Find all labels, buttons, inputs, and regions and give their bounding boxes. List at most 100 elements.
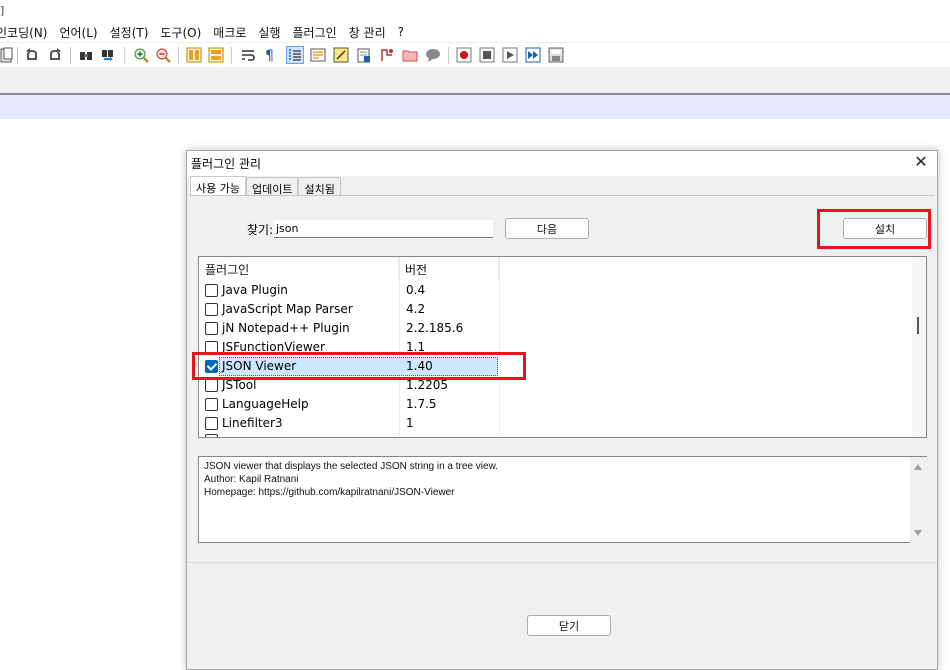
plugin-name: JSFunctionViewer: [222, 340, 325, 354]
save-macro-icon[interactable]: [548, 47, 564, 63]
plugin-name: Linefilter3: [222, 416, 283, 430]
search-input[interactable]: [274, 220, 493, 238]
list-item[interactable]: Java Plugin 0.4: [199, 281, 913, 300]
indent-guide-icon[interactable]: [286, 46, 304, 64]
zoom-in-icon[interactable]: [133, 47, 149, 63]
plugin-version: 2.2.185.6: [406, 321, 464, 335]
folder-workspace-icon[interactable]: [356, 47, 372, 63]
list-item[interactable]: JSTool 1.2205: [199, 376, 913, 395]
plugin-checkbox-partial: [205, 434, 218, 437]
tab-installed[interactable]: 설치됨: [298, 177, 341, 196]
current-line-highlight: [0, 95, 950, 119]
plugin-name: JavaScript Map Parser: [222, 302, 353, 316]
close-icon[interactable]: ✕: [913, 154, 929, 170]
close-button[interactable]: 닫기: [527, 615, 611, 636]
list-item[interactable]: Linefilter3 1: [199, 414, 913, 433]
sync-v-icon[interactable]: [186, 47, 202, 63]
plugin-name: JSTool: [222, 378, 257, 392]
show-all-chars-icon[interactable]: ¶: [262, 47, 278, 63]
list-item[interactable]: JavaScript Map Parser 4.2: [199, 300, 913, 319]
plugin-version: 1.7.5: [406, 397, 437, 411]
scroll-down-icon[interactable]: [914, 530, 922, 536]
plugin-version: 1.1: [406, 340, 426, 354]
list-item-selected[interactable]: JSON Viewer 1.40: [199, 357, 913, 376]
title-fragment: ]: [0, 4, 5, 17]
menu-run[interactable]: 실행: [252, 24, 286, 41]
word-wrap-icon[interactable]: [240, 47, 256, 63]
tab-available[interactable]: 사용 가능: [190, 176, 246, 196]
scroll-up-icon[interactable]: [914, 464, 922, 470]
list-item[interactable]: LanguageHelp 1.7.5: [199, 395, 913, 414]
record-macro-icon[interactable]: [456, 47, 472, 63]
description-author: Author: Kapil Ratnani: [204, 474, 299, 485]
undo-icon[interactable]: [24, 47, 40, 63]
tab-panel-border: [190, 195, 934, 196]
toolbar: ¶: [0, 42, 950, 67]
plugin-version: 1: [406, 416, 414, 430]
dialog-separator: [187, 562, 937, 563]
plugin-description: JSON viewer that displays the selected J…: [198, 456, 927, 543]
plugin-checkbox[interactable]: [205, 379, 218, 392]
menu-help[interactable]: ?: [392, 25, 410, 39]
tab-updates[interactable]: 업데이트: [245, 177, 299, 196]
document-tabbar: [0, 67, 950, 95]
list-scrollbar[interactable]: [912, 257, 926, 437]
menu-settings[interactable]: 설정(T): [104, 24, 155, 41]
plugin-checkbox[interactable]: [205, 341, 218, 354]
speech-icon[interactable]: [425, 47, 441, 63]
plugin-checkbox[interactable]: [205, 303, 218, 316]
plugin-name: Java Plugin: [222, 283, 288, 297]
run-macro-multiple-icon[interactable]: [525, 47, 541, 63]
plugin-checkbox-checked[interactable]: [205, 360, 218, 373]
menu-plugins[interactable]: 플러그인: [287, 24, 343, 41]
menu-window[interactable]: 창 관리: [343, 24, 392, 41]
toolbar-separator: [231, 47, 232, 64]
toolbar-separator: [17, 47, 18, 64]
install-button[interactable]: 설치: [843, 218, 927, 239]
find-icon[interactable]: [78, 47, 94, 63]
plugin-version: 1.40: [406, 359, 433, 373]
plugin-version: 1.2205: [406, 378, 448, 392]
description-line: JSON viewer that displays the selected J…: [204, 461, 499, 472]
menu-language[interactable]: 언어(L): [53, 24, 103, 41]
search-label: 찾기:: [247, 223, 274, 237]
zoom-out-icon[interactable]: [155, 47, 171, 63]
scrollbar-thumb[interactable]: [917, 317, 919, 334]
sync-h-icon[interactable]: [208, 47, 224, 63]
plugin-checkbox[interactable]: [205, 284, 218, 297]
menu-tools[interactable]: 도구(O): [154, 24, 207, 41]
doc-map-icon[interactable]: [310, 47, 326, 63]
column-header-version[interactable]: 버전: [399, 257, 499, 280]
dialog-titlebar: 플러그인 관리 ✕: [187, 151, 937, 176]
menubar: 인코딩(N) 언어(L) 설정(T) 도구(O) 매크로 실행 플러그인 창 관…: [0, 22, 950, 42]
column-header-empty: [499, 257, 913, 280]
plugin-name: JSON Viewer: [222, 359, 297, 373]
folder-icon[interactable]: [402, 47, 418, 63]
next-button[interactable]: 다음: [505, 218, 589, 239]
plugin-name: jN Notepad++ Plugin: [222, 321, 350, 335]
plugin-version: 4.2: [406, 302, 426, 316]
menu-encoding[interactable]: 인코딩(N): [0, 24, 53, 41]
menu-macro[interactable]: 매크로: [207, 24, 252, 41]
list-item[interactable]: jN Notepad++ Plugin 2.2.185.6: [199, 319, 913, 338]
list-rows: Java Plugin 0.4 JavaScript Map Parser 4.…: [199, 281, 913, 433]
stop-macro-icon[interactable]: [479, 47, 495, 63]
replace-icon[interactable]: [100, 47, 116, 63]
column-header-plugin[interactable]: 플러그인: [199, 257, 399, 280]
redo-icon[interactable]: [47, 47, 63, 63]
title-strip: ]: [0, 0, 950, 22]
plugin-list[interactable]: 플러그인 버전 Java Plugin 0.4 JavaScript Map P…: [198, 256, 927, 438]
plugin-checkbox[interactable]: [205, 417, 218, 430]
plugin-admin-dialog: 플러그인 관리 ✕ 사용 가능 업데이트 설치됨 찾기: 다음 설치 플러그인 …: [186, 150, 938, 670]
monitoring-icon[interactable]: [379, 47, 395, 63]
svg-text:¶: ¶: [265, 48, 274, 63]
play-macro-icon[interactable]: [502, 47, 518, 63]
function-list-icon[interactable]: [333, 47, 349, 63]
description-homepage: Homepage: https://github.com/kapilratnan…: [204, 487, 455, 498]
plugin-checkbox[interactable]: [205, 322, 218, 335]
plugin-checkbox[interactable]: [205, 398, 218, 411]
new-file-icon[interactable]: [0, 47, 16, 63]
list-header: 플러그인 버전: [199, 257, 913, 280]
list-item[interactable]: JSFunctionViewer 1.1: [199, 338, 913, 357]
description-scrollbar[interactable]: [910, 457, 927, 543]
